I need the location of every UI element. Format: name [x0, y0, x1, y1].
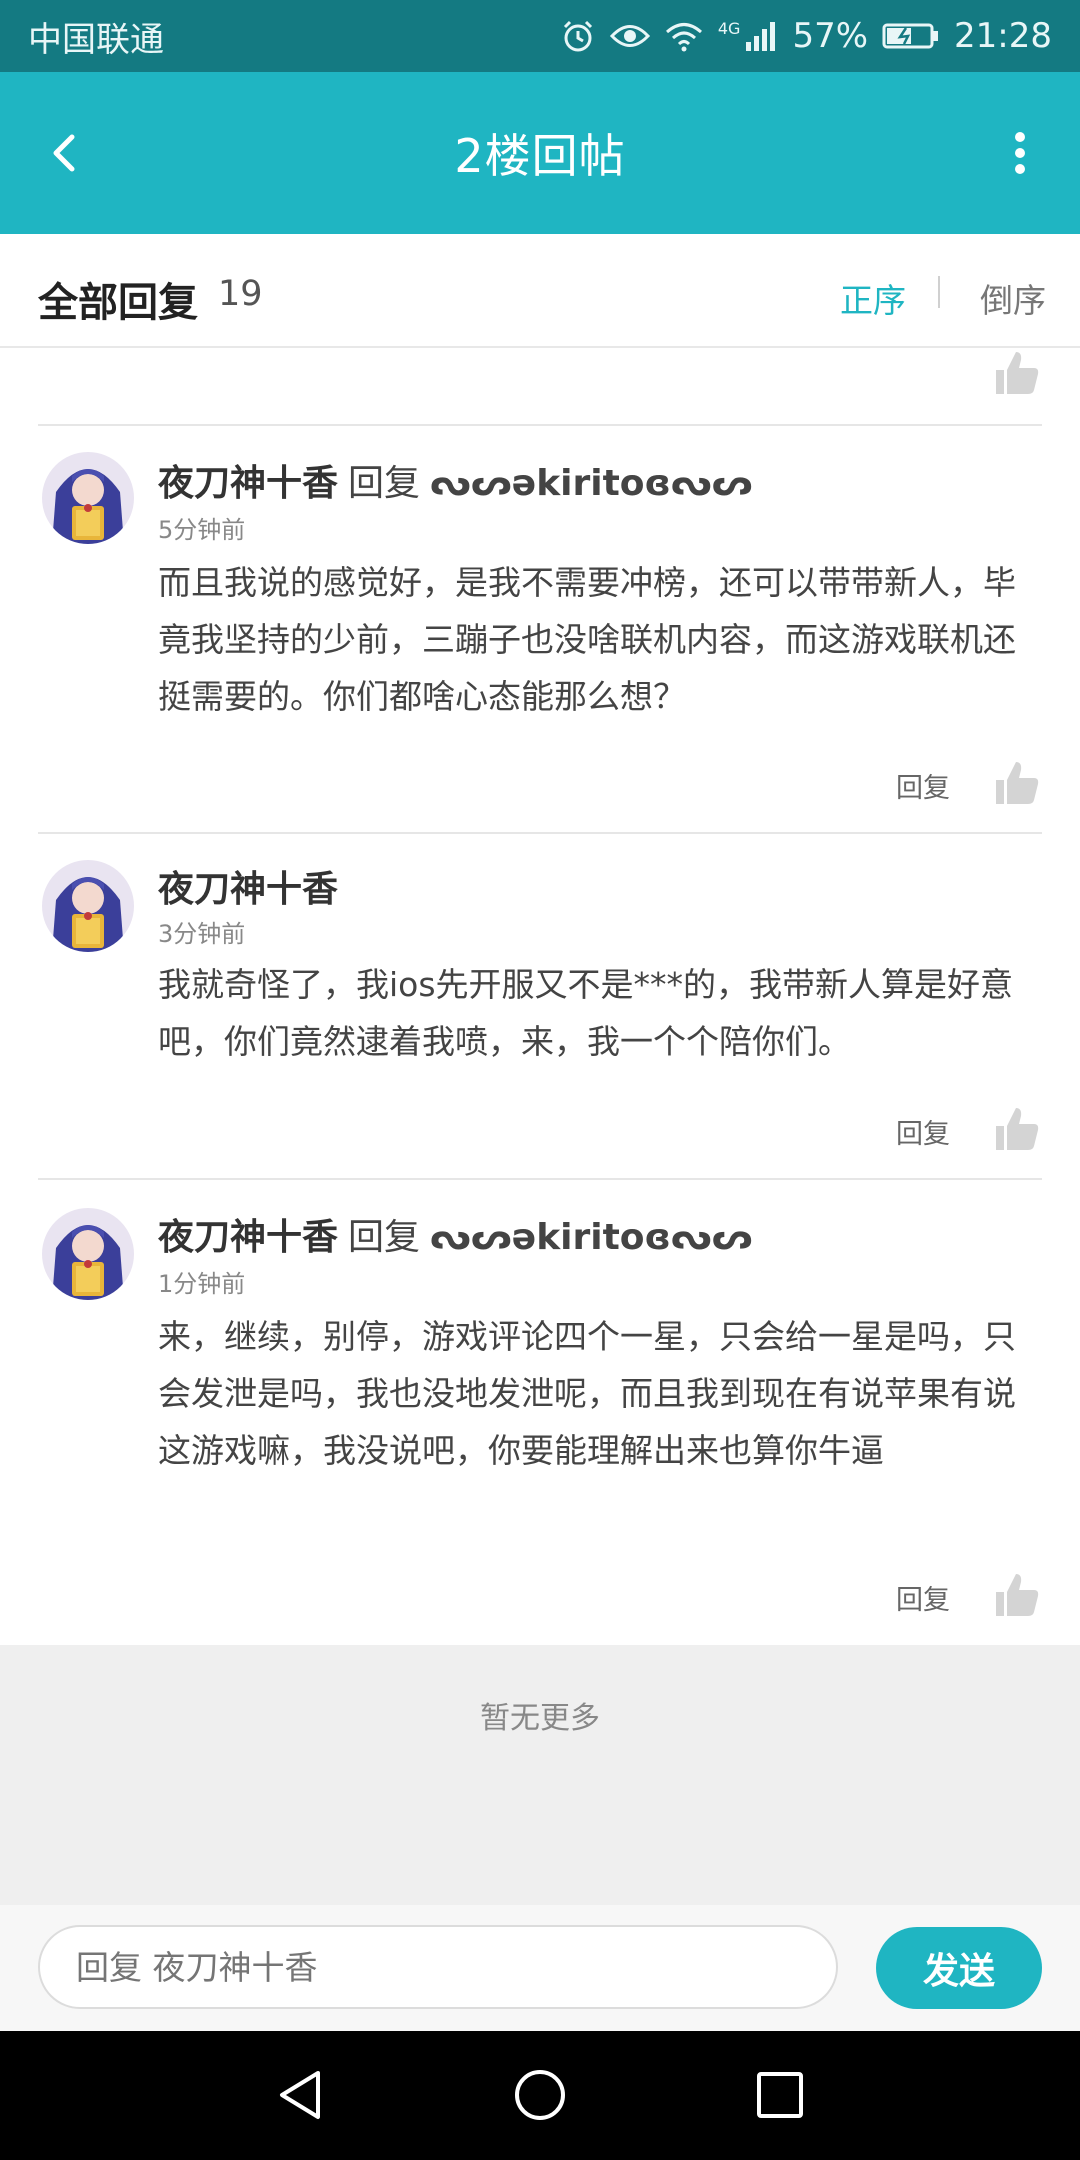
replies-label: 全部回复 [38, 280, 198, 326]
avatar[interactable] [42, 1208, 134, 1300]
carrier-label: 中国联通 [28, 19, 164, 60]
reply-to-label: 回复 [348, 463, 421, 504]
avatar[interactable] [42, 860, 134, 952]
nav-home-icon[interactable] [510, 2065, 570, 2125]
like-thumb-icon[interactable] [992, 758, 1042, 808]
comment-author[interactable]: 夜刀神十香 [158, 869, 338, 910]
avatar-image [42, 1208, 134, 1300]
comment-header: 夜刀神十香 回复 ᔓᔕəkiritoɞᔓᔕ [158, 1208, 753, 1260]
sort-divider [938, 276, 940, 308]
comment-text: 来，继续，别停，游戏评论四个一星，只会给一星是吗，只会发泄是吗，我也没地发泄呢，… [158, 1317, 1016, 1470]
comment-item: 夜刀神十香 回复 ᔓᔕəkiritoɞᔓᔕ 1分钟前 来，继续，别停，游戏评论四个一… [0, 1180, 1080, 1645]
more-vertical-icon[interactable] [984, 117, 1056, 189]
comment-time: 5分钟前 [158, 516, 246, 544]
no-more-label: 暂无更多 [480, 1701, 600, 1736]
like-thumb-icon[interactable] [992, 1570, 1042, 1620]
reply-input[interactable] [38, 1925, 838, 2009]
app-bar: 2楼回帖 [0, 72, 1080, 234]
network-type: 4G [717, 18, 741, 38]
comment-header: 夜刀神十香 [158, 860, 338, 912]
replies-count: 19 [218, 274, 263, 314]
reply-button[interactable]: 回复 [896, 1112, 950, 1151]
sort-ascending-tab[interactable]: 正序 [840, 274, 906, 322]
nav-back-icon[interactable] [270, 2065, 330, 2125]
clock: 21:28 [954, 16, 1052, 56]
page-title: 2楼回帖 [454, 129, 626, 183]
reply-button[interactable]: 回复 [896, 766, 950, 805]
comment-author[interactable]: 夜刀神十香 [158, 463, 338, 504]
battery-icon [882, 23, 939, 49]
reply-button[interactable]: 回复 [896, 1578, 950, 1617]
comment-text: 而且我说的感觉好，是我不需要冲榜，还可以带带新人，毕竟我坚持的少前，三蹦子也没啥… [158, 563, 1016, 716]
status-bar: 中国联通 4G 57% 21:28 [0, 0, 1080, 72]
comment-header: 夜刀神十香 回复 ᔓᔕəkiritoɞᔓᔕ [158, 454, 753, 506]
comment-text: 我就奇怪了，我ios先开服又不是***的，我带新人算是好意吧，你们竟然逮着我喷，… [158, 965, 1014, 1061]
nav-recents-icon[interactable] [750, 2065, 810, 2125]
reply-target[interactable]: ᔓᔕəkiritoɞᔓᔕ [430, 1217, 753, 1258]
eye-icon [609, 25, 650, 47]
signal-icon [746, 22, 776, 51]
comment-item: 夜刀神十香 回复 ᔓᔕəkiritoɞᔓᔕ 5分钟前 而且我说的感觉好，是我不需要冲… [0, 426, 1080, 832]
avatar-image [42, 452, 134, 544]
like-thumb-icon[interactable] [992, 348, 1042, 398]
comment-time: 3分钟前 [158, 920, 246, 948]
comment-time: 1分钟前 [158, 1270, 246, 1298]
alarm-icon [563, 20, 592, 52]
avatar[interactable] [42, 452, 134, 544]
replies-header: 全部回复 19 正序 倒序 [0, 234, 1080, 348]
list-footer: 暂无更多 [0, 1645, 1080, 1905]
back-arrow-icon[interactable] [30, 117, 102, 189]
like-thumb-icon[interactable] [992, 1104, 1042, 1154]
wifi-icon [665, 23, 702, 52]
sort-descending-tab[interactable]: 倒序 [980, 274, 1046, 322]
send-button[interactable]: 发送 [876, 1927, 1042, 2009]
comment-author[interactable]: 夜刀神十香 [158, 1217, 338, 1258]
system-nav-bar [0, 2031, 1080, 2160]
avatar-image [42, 860, 134, 952]
comment-item: 夜刀神十香 3分钟前 我就奇怪了，我ios先开服又不是***的，我带新人算是好意… [0, 834, 1080, 1178]
reply-to-label: 回复 [348, 1217, 421, 1258]
battery-percent: 57% [792, 16, 869, 56]
reply-target[interactable]: ᔓᔕəkiritoɞᔓᔕ [430, 463, 753, 504]
status-icons: 4G 57% 21:28 [560, 16, 1052, 56]
reply-input-bar: 发送 [0, 1905, 1080, 2031]
